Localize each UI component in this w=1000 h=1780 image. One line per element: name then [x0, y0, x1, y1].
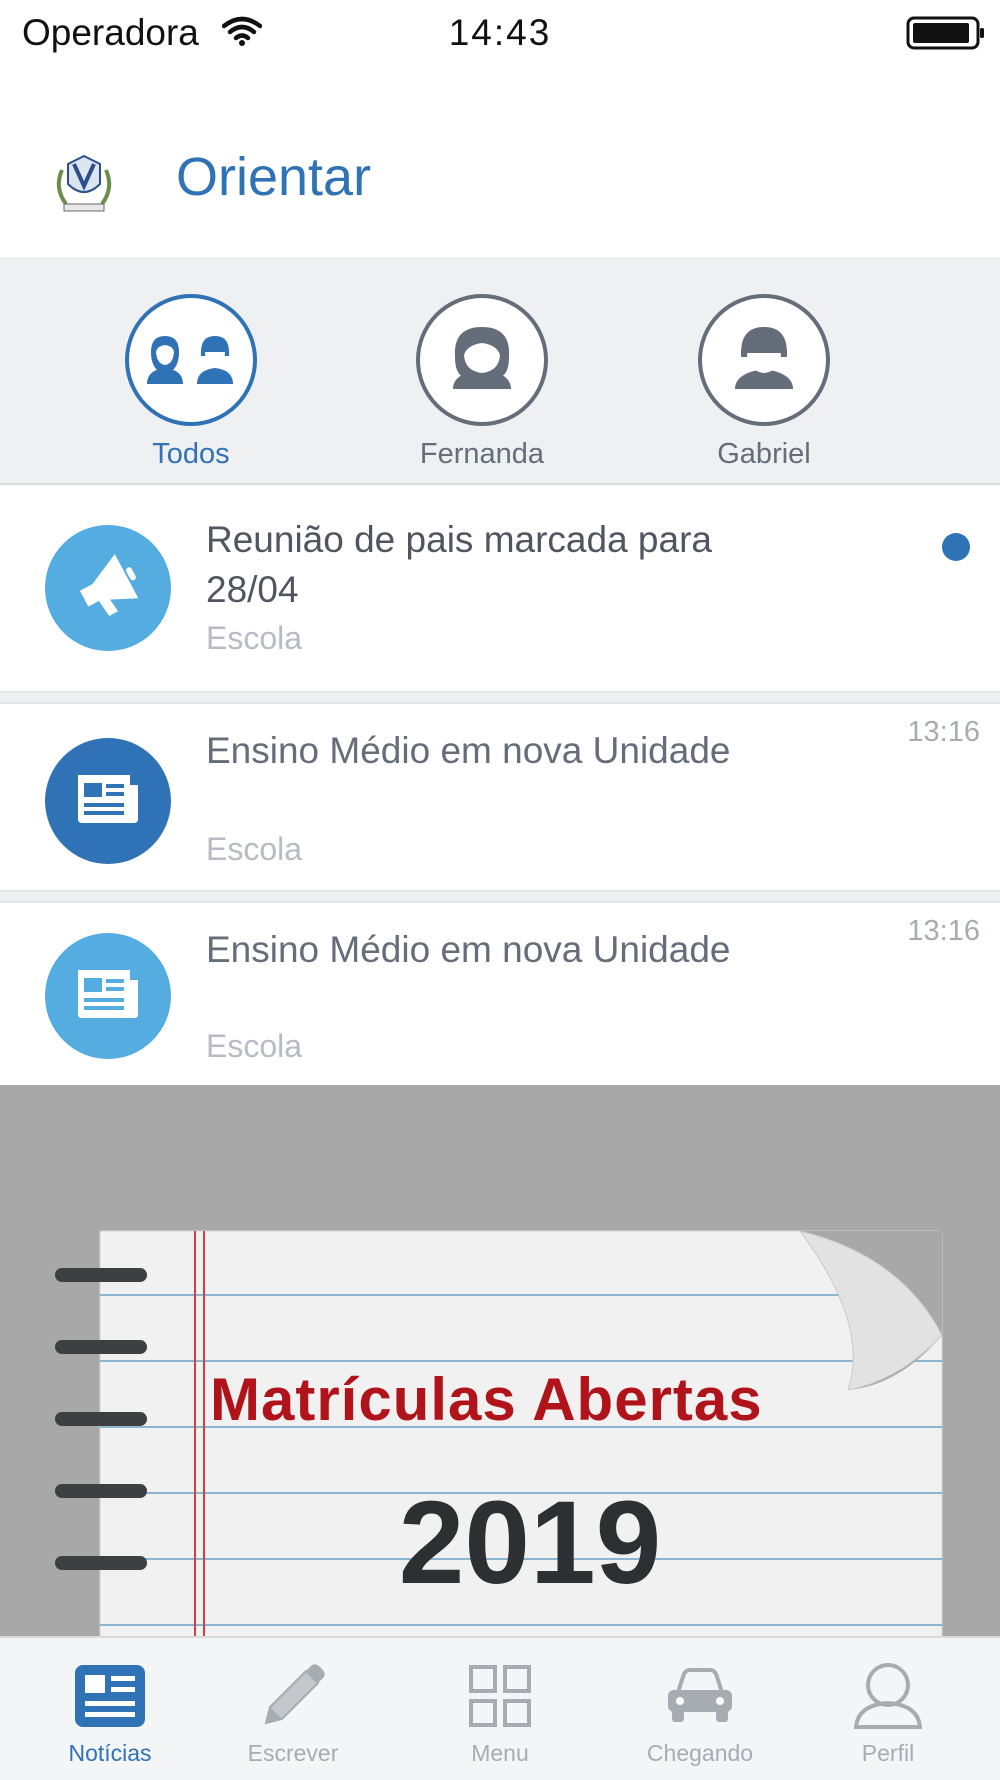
tab-bar: Notícias Escrever Menu Chegando Perfil: [0, 1636, 1000, 1780]
profile-label: Todos: [152, 438, 230, 470]
battery-icon: [906, 16, 986, 55]
car-icon: [664, 1666, 736, 1731]
feed-title: Reunião de pais marcada para 28/04: [206, 519, 712, 610]
profile-selector: Todos Fernanda Gabriel: [0, 259, 1000, 485]
grid-icon: [468, 1664, 532, 1733]
profile-label: Fernanda: [419, 438, 545, 470]
feed-source: Escola: [206, 620, 303, 656]
profile-todos[interactable]: Todos: [91, 294, 291, 471]
status-time: 14:43: [448, 12, 552, 53]
feed-title: Ensino Médio em nova Unidade: [206, 929, 731, 970]
app-title: Orientar: [176, 147, 372, 207]
feed-title: Ensino Médio em nova Unidade: [206, 730, 731, 771]
tab-label: Perfil: [861, 1740, 915, 1766]
profile-gabriel[interactable]: Gabriel: [664, 294, 864, 471]
news-icon: [73, 1663, 147, 1734]
feed-icon-circle: [45, 738, 171, 864]
profile-fernanda[interactable]: Fernanda: [382, 294, 582, 471]
app-header: Orientar: [0, 68, 1000, 260]
tab-label: Escrever: [247, 1740, 339, 1766]
tab-noticias[interactable]: Notícias: [20, 1660, 200, 1767]
feed-item[interactable]: Reunião de pais marcada para 28/04 Escol…: [0, 485, 1000, 691]
feed-source: Escola: [206, 831, 303, 867]
person-icon: [852, 1661, 924, 1736]
status-bar: Operadora 14:43: [0, 0, 1000, 68]
enrollment-banner[interactable]: Matrículas Abertas 2019: [0, 1085, 1000, 1639]
feed-time: 13:16: [907, 716, 980, 748]
newspaper-icon: [72, 964, 144, 1029]
divider: [0, 691, 1000, 704]
boy-avatar-icon: [729, 323, 799, 398]
feed-icon-circle: [45, 525, 171, 651]
girl-avatar-icon: [447, 323, 517, 398]
profile-label: Gabriel: [717, 438, 811, 470]
tab-label: Notícias: [68, 1740, 152, 1766]
newspaper-icon: [72, 769, 144, 834]
tab-label: Chegando: [646, 1740, 754, 1766]
megaphone-icon: [73, 551, 143, 626]
divider: [0, 890, 1000, 903]
tab-chegando[interactable]: Chegando: [610, 1660, 790, 1767]
feed-time: 13:16: [907, 915, 980, 947]
feed-icon-circle: [45, 933, 171, 1059]
feed-item[interactable]: Ensino Médio em nova Unidade Escola 13:1…: [0, 903, 1000, 1085]
tab-perfil[interactable]: Perfil: [798, 1660, 978, 1767]
tab-menu[interactable]: Menu: [410, 1660, 590, 1767]
two-people-icon: [143, 330, 239, 391]
feed-item[interactable]: Ensino Médio em nova Unidade Escola 13:1…: [0, 704, 1000, 890]
tab-label: Menu: [471, 1740, 529, 1766]
tab-escrever[interactable]: Escrever: [203, 1660, 383, 1767]
unread-dot: [942, 533, 970, 561]
school-logo: [50, 148, 118, 221]
banner-year: 2019: [398, 1477, 662, 1609]
banner-headline: Matrículas Abertas: [210, 1366, 763, 1433]
pencil-icon: [258, 1661, 328, 1736]
feed-source: Escola: [206, 1028, 303, 1064]
